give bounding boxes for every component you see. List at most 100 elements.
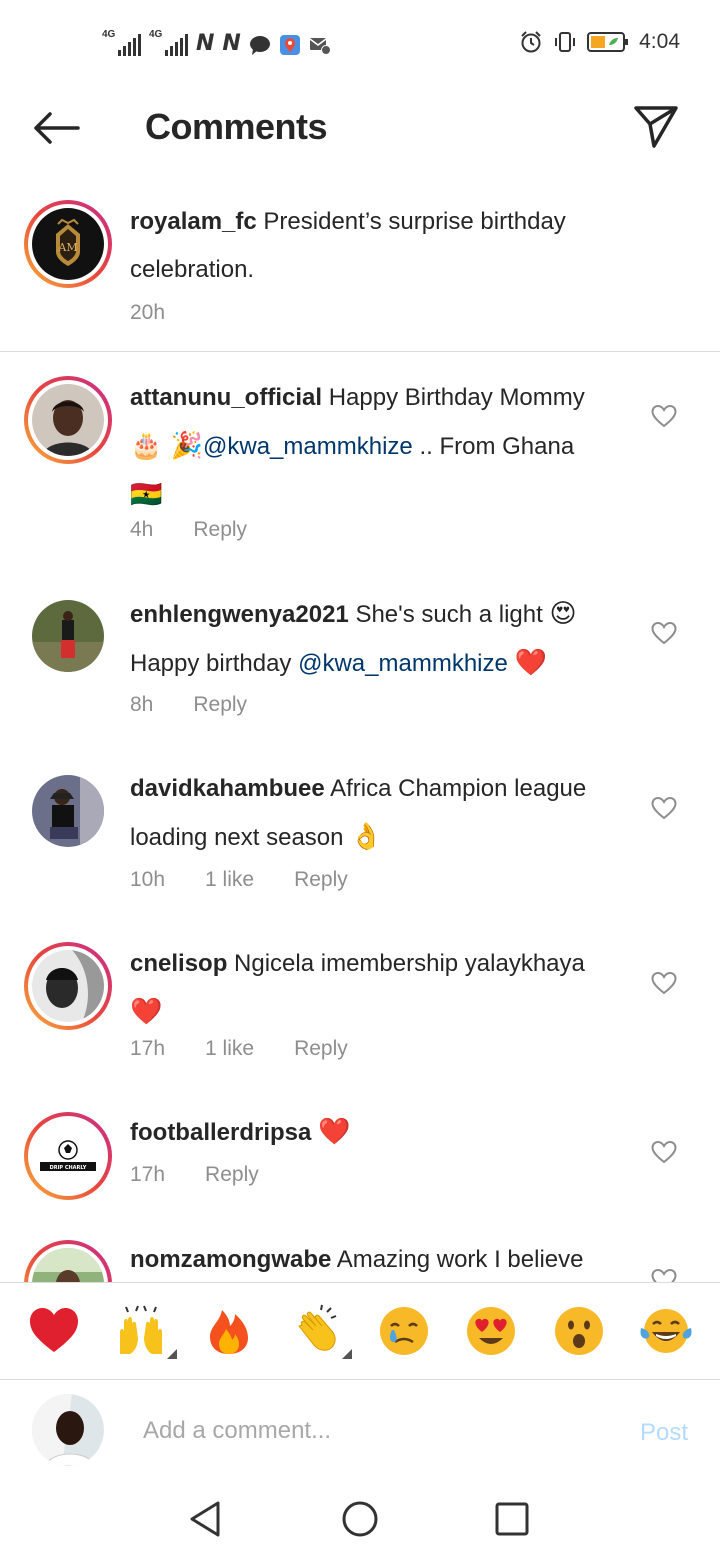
like-heart-icon[interactable] [651,1140,677,1164]
comment-meta: 17h Reply [130,1163,259,1187]
status-right: 4:04 [519,28,680,56]
crying-face-icon [379,1307,428,1355]
comment-text: nomzamongwabe Amazing work I believe [130,1246,584,1273]
quick-reaction-bar [0,1282,720,1380]
like-heart-icon[interactable] [651,404,677,428]
heart-eyes-emoji: 😍 [549,599,577,629]
timestamp: 20h [130,301,166,324]
username[interactable]: footballerdripsa [130,1119,311,1146]
mention-link[interactable]: @kwa_mammkhize [298,650,508,677]
red-heart-emoji: ❤️ [318,1117,351,1147]
caption-meta: 20h [130,301,165,325]
user-photo [32,1248,104,1282]
nav-home-icon[interactable] [340,1499,380,1539]
reply-button[interactable]: Reply [193,518,247,542]
avatar[interactable] [24,942,112,1030]
clock-time: 4:04 [639,30,680,53]
tears-of-joy-face-icon [640,1309,692,1353]
comment-item: attanunu_official Happy Birthday Mommy 🎂… [0,372,720,582]
notification-n-icon: N [222,31,241,56]
maps-icon [279,35,300,55]
avatar[interactable]: DRIP CHARLY [24,1112,112,1200]
tears-of-joy-reaction-button[interactable] [636,1301,696,1361]
like-heart-icon[interactable] [651,621,677,645]
message-bubble-icon [249,36,270,55]
heart-reaction-button[interactable] [24,1301,84,1361]
avatar-label: DRIP CHARLY [50,1165,87,1171]
notification-n-icon: N [196,31,215,56]
user-photo [32,950,104,1022]
nav-back-icon[interactable] [186,1499,226,1539]
user-photo [32,600,104,672]
avatar[interactable]: AM [24,200,112,288]
username[interactable]: royalam_fc [130,208,257,235]
timestamp: 17h [130,1163,166,1186]
red-heart-icon [29,1308,78,1352]
crying-reaction-button[interactable] [374,1301,434,1361]
alarm-icon [521,31,541,53]
reply-button[interactable]: Reply [294,868,348,892]
like-count[interactable]: 1 like [205,868,254,892]
direct-send-icon[interactable] [632,102,680,150]
timestamp: 17h [130,1037,166,1060]
comment-text: davidkahambuee Africa Champion league lo… [130,775,587,852]
username[interactable]: attanunu_official [130,384,322,411]
username[interactable]: cnelisop [130,950,227,977]
like-count[interactable]: 1 like [205,1037,254,1061]
battery-icon [587,32,629,52]
page-title: Comments [145,106,328,147]
comment-input[interactable] [143,1411,583,1451]
red-heart-emoji: ❤️ [130,997,163,1027]
mention-link[interactable]: @kwa_mammkhize [203,433,413,460]
current-user-avatar [32,1394,104,1466]
clapping-hands-icon [298,1304,337,1351]
svg-text:AM: AM [57,241,77,254]
skin-tone-indicator [342,1349,353,1359]
ok-hand-emoji: 👌 [350,822,383,852]
user-photo [32,775,104,847]
post-button[interactable]: Post [640,1419,688,1447]
comment-composer: Post [0,1381,720,1481]
comment-meta: 8h Reply [130,693,247,717]
comment-item: DRIP CHARLY footballerdripsa ❤️ 17h Repl… [0,1108,720,1218]
avatar[interactable] [24,376,112,464]
club-logo-icon: AM [32,208,104,280]
back-arrow-icon[interactable] [30,108,82,148]
clapping-reaction-button[interactable] [286,1301,353,1361]
comment-meta: 17h 1 like Reply [130,1037,348,1061]
comment-item: enhlengwenya2021 She's such a light 😍 Ha… [0,590,720,750]
comment-item: davidkahambuee Africa Champion league lo… [0,765,720,925]
surprised-face-icon [554,1307,603,1355]
username[interactable]: davidkahambuee [130,775,325,802]
raised-hands-icon [120,1305,163,1354]
avatar[interactable] [32,775,104,847]
like-heart-icon[interactable] [651,796,677,820]
fire-icon [209,1310,248,1354]
comment-text: attanunu_official Happy Birthday Mommy 🎂… [130,384,585,510]
status-left: 4G 4G N N [102,28,331,56]
comment-meta: 4h Reply [130,518,247,542]
surprised-reaction-button[interactable] [549,1301,609,1361]
nav-recents-icon[interactable] [492,1499,532,1539]
settings-mail-icon [309,38,331,55]
like-heart-icon[interactable] [651,971,677,995]
comments-header: Comments [0,84,720,174]
heart-eyes-reaction-button[interactable] [461,1301,521,1361]
comment-item: nomzamongwabe Amazing work I believe [0,1236,720,1282]
username[interactable]: enhlengwenya2021 [130,601,349,628]
like-heart-icon[interactable] [651,1268,677,1282]
fire-reaction-button[interactable] [199,1301,259,1361]
reply-button[interactable]: Reply [294,1037,348,1061]
reply-button[interactable]: Reply [205,1163,259,1187]
reply-button[interactable]: Reply [193,693,247,717]
caption-text: royalam_fc President’s surprise birthday… [130,208,566,283]
comment-text: cnelisop Ngicela imembership yalaykhaya … [130,950,585,1027]
system-navigation-bar [0,1481,720,1560]
user-photo [32,384,104,456]
avatar[interactable] [24,1240,112,1282]
raised-hands-reaction-button[interactable] [111,1301,178,1361]
comment-meta: 10h 1 like Reply [130,868,348,892]
avatar[interactable] [32,600,104,672]
username[interactable]: nomzamongwabe [130,1246,331,1273]
comment-item: cnelisop Ngicela imembership yalaykhaya … [0,940,720,1100]
